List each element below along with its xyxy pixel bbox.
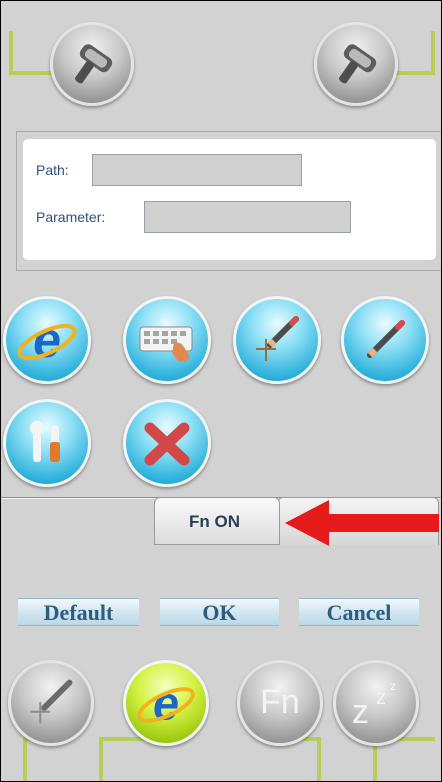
red-arrow-annotation [285, 500, 439, 546]
pen-icon [367, 320, 405, 358]
tools-button[interactable] [3, 399, 91, 487]
internet-explorer-button[interactable]: e [3, 296, 91, 384]
internet-explorer-bottom-button[interactable]: e [123, 660, 209, 746]
top-left-bracket [9, 31, 53, 75]
parameter-field[interactable] [144, 201, 351, 233]
keyboard-icon [139, 326, 193, 362]
tools-icon [30, 421, 60, 462]
path-field[interactable] [92, 154, 302, 186]
close-button[interactable] [123, 399, 211, 487]
scan-left-button[interactable] [50, 22, 134, 106]
cancel-button[interactable]: Cancel [299, 598, 419, 626]
internet-explorer-icon: e [17, 312, 77, 368]
app-screen: Path: Parameter: e Fn ON Default OK Canc… [0, 0, 442, 782]
close-icon [144, 422, 190, 466]
sleep-z-small: z [390, 679, 396, 693]
tab-fn-on[interactable]: Fn ON [154, 497, 280, 545]
path-panel-inner: Path: Parameter: [23, 139, 436, 260]
pen-button[interactable] [341, 296, 429, 384]
sleep-z-medium: z [376, 687, 386, 709]
keyboard-button[interactable] [123, 296, 211, 384]
barcode-scanner-icon [75, 44, 113, 84]
crosshair-pen-icon [256, 316, 299, 361]
crosshair-pen-button[interactable] [233, 296, 321, 384]
parameter-label: Parameter: [36, 209, 106, 225]
sleep-icon: z z z [350, 679, 406, 731]
tab-fn-on-label: Fn ON [189, 512, 240, 531]
internet-explorer-icon: e [137, 678, 195, 730]
sleep-button[interactable]: z z z [333, 660, 419, 746]
sleep-z-large: z [352, 693, 369, 731]
path-panel: Path: Parameter: [16, 131, 441, 271]
crosshair-pen-bottom-button[interactable] [8, 660, 94, 746]
crosshair-pen-icon [30, 679, 73, 724]
fn-key-icon: Fn [260, 683, 300, 721]
svg-text:e: e [33, 312, 61, 368]
svg-text:e: e [153, 678, 179, 730]
barcode-scanner-icon [339, 44, 377, 84]
fn-key-button[interactable]: Fn [237, 660, 323, 746]
scan-right-button[interactable] [314, 22, 398, 106]
ok-button[interactable]: OK [160, 598, 279, 626]
path-label: Path: [36, 162, 69, 178]
default-button[interactable]: Default [18, 598, 139, 626]
